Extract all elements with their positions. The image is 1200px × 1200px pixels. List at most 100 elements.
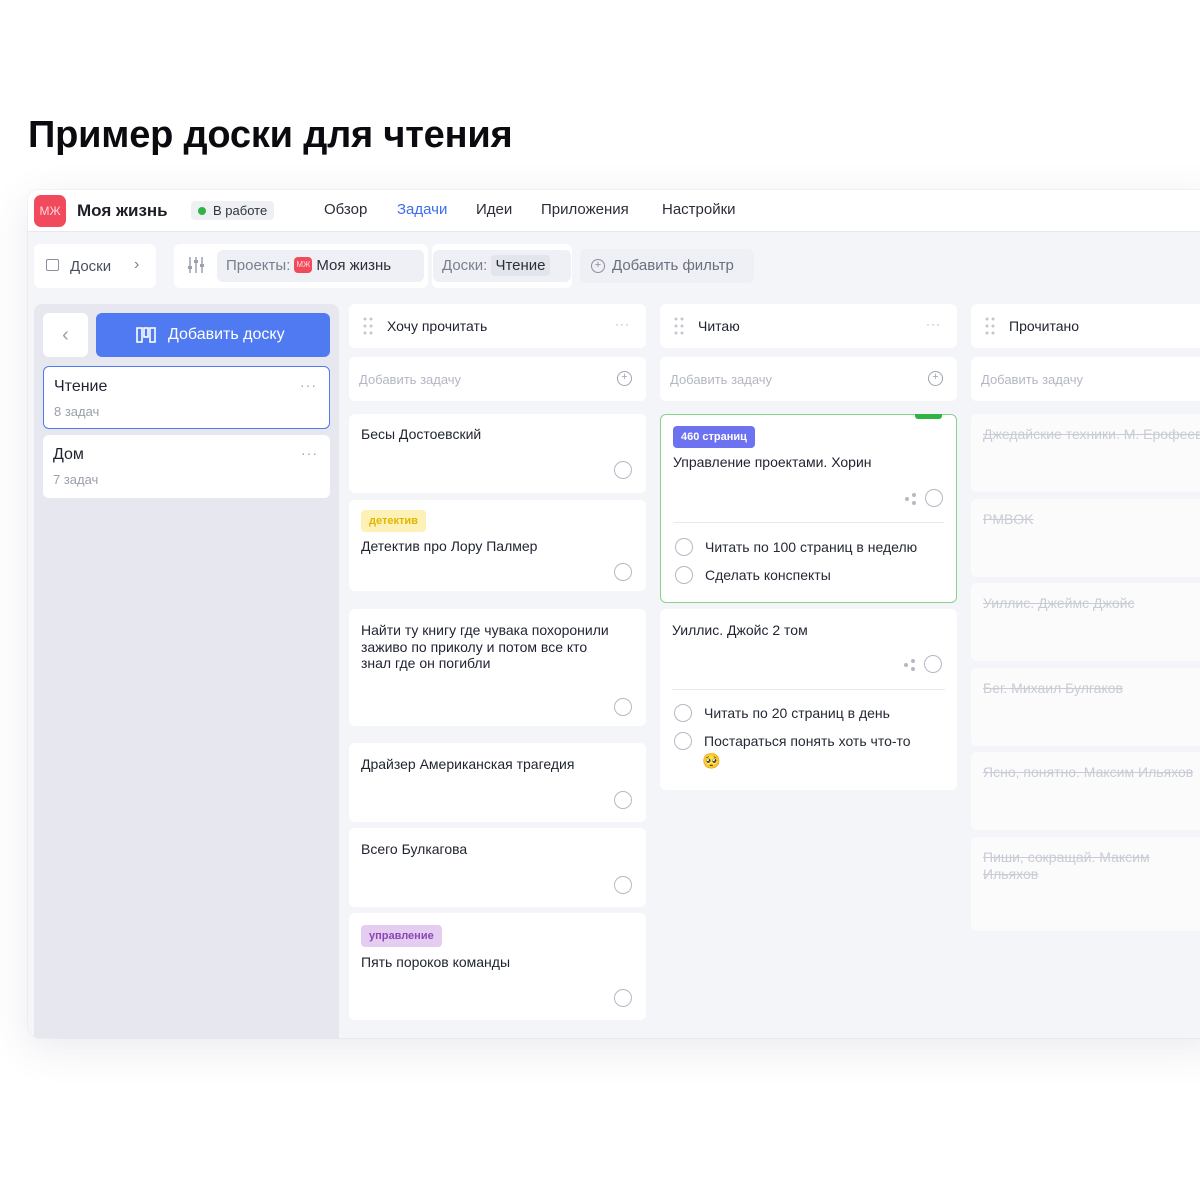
subtask-text: Читать по 20 страниц в день: [704, 705, 890, 721]
task-title: Уиллис. Джойс 2 том: [672, 622, 808, 638]
more-icon[interactable]: ···: [615, 317, 630, 331]
projects-filter-avatar: МЖ: [294, 256, 313, 273]
add-task-input[interactable]: Добавить задачу: [971, 357, 1200, 401]
more-icon[interactable]: ···: [300, 377, 317, 393]
task-card[interactable]: Бесы Достоевский: [349, 414, 646, 493]
subtask-checkbox[interactable]: [675, 566, 693, 584]
status-dot-icon: [198, 207, 206, 215]
subtask-text: Постараться понять хоть что-то: [704, 733, 911, 749]
status-badge[interactable]: В работе: [191, 201, 275, 220]
task-tag: 460 страниц: [673, 426, 755, 448]
plus-circle-icon[interactable]: +: [617, 371, 632, 386]
add-board-label: Добавить доску: [168, 326, 285, 343]
tab-overview[interactable]: Обзор: [324, 201, 367, 218]
add-task-input[interactable]: Добавить задачу +: [660, 357, 957, 401]
more-icon[interactable]: ···: [926, 317, 941, 331]
task-tag: управление: [361, 925, 442, 947]
project-name[interactable]: Моя жизнь: [77, 201, 168, 221]
done-task-card[interactable]: Бег. Михаил Булгаков: [971, 668, 1200, 746]
task-title: Всего Булкагова: [361, 841, 468, 857]
task-card[interactable]: Всего Булкагова: [349, 828, 646, 907]
task-title: Бесы Достоевский: [361, 426, 482, 442]
add-board-button[interactable]: Добавить доску: [96, 313, 330, 357]
board-item-home[interactable]: Дом 7 задач ···: [43, 435, 330, 498]
task-checkbox[interactable]: [614, 461, 632, 479]
projects-filter[interactable]: Проекты: МЖ Моя жизнь: [217, 250, 424, 282]
task-card[interactable]: Найти ту книгу где чувака похоронили заж…: [349, 609, 646, 726]
task-title: Драйзер Американская трагедия: [361, 756, 575, 772]
drag-handle-icon[interactable]: [674, 317, 684, 335]
done-task-title: Бег. Михаил Булгаков: [983, 680, 1123, 696]
subtask-text: Читать по 100 страниц в неделю: [705, 539, 918, 555]
more-icon[interactable]: ···: [301, 445, 318, 461]
done-task-card[interactable]: Пиши, сокращай. Максим Ильяхов: [971, 837, 1200, 931]
subtask-text: Сделать конспекты: [705, 567, 831, 583]
board-name: Дом: [53, 446, 84, 463]
task-checkbox[interactable]: [614, 876, 632, 894]
board-icon: [46, 259, 59, 271]
task-checkbox[interactable]: [924, 655, 942, 673]
add-task-placeholder: Добавить задачу: [359, 372, 462, 387]
divider: [672, 689, 945, 690]
task-title: Управление проектами. Хорин: [673, 454, 872, 470]
task-checkbox[interactable]: [614, 698, 632, 716]
task-card-active[interactable]: 460 страниц Управление проектами. Хорин …: [660, 414, 957, 603]
chevron-left-icon: ‹: [62, 324, 69, 346]
drag-handle-icon[interactable]: [363, 317, 373, 335]
top-nav: МЖ Моя жизнь В работе Обзор Задачи Идеи …: [28, 190, 1200, 232]
task-card[interactable]: управление Пять пороков команды: [349, 913, 646, 1020]
task-card[interactable]: детектив Детектив про Лору Палмер: [349, 500, 646, 591]
plus-circle-icon: +: [591, 259, 605, 273]
task-checkbox[interactable]: [614, 563, 632, 581]
project-avatar[interactable]: МЖ: [34, 195, 66, 227]
subtask-checkbox[interactable]: [674, 704, 692, 722]
divider: [673, 522, 944, 523]
app-window: МЖ Моя жизнь В работе Обзор Задачи Идеи …: [28, 190, 1200, 1038]
done-task-card[interactable]: Ясно, понятно. Максим Ильяхов: [971, 752, 1200, 830]
task-card[interactable]: Драйзер Американская трагедия: [349, 743, 646, 822]
task-checkbox[interactable]: [614, 989, 632, 1007]
projects-filter-value: Моя жизнь: [316, 257, 392, 274]
done-task-title: Ясно, понятно. Максим Ильяхов: [983, 764, 1194, 780]
task-checkbox[interactable]: [614, 791, 632, 809]
board-count: 8 задач: [54, 404, 100, 419]
subtask-checkbox[interactable]: [675, 538, 693, 556]
add-filter-button[interactable]: + Добавить фильтр: [580, 249, 754, 283]
task-card[interactable]: Уиллис. Джойс 2 том Читать по 20 страниц…: [660, 609, 957, 790]
add-task-placeholder: Добавить задачу: [670, 372, 773, 387]
done-task-card[interactable]: Уиллис. Джеймс Джойс: [971, 583, 1200, 661]
column-header-want[interactable]: Хочу прочитать ···: [349, 304, 646, 348]
boards-filter[interactable]: Доски: Чтение: [433, 250, 571, 282]
add-task-input[interactable]: Добавить задачу +: [349, 357, 646, 401]
collapse-sidebar-button[interactable]: ‹: [43, 313, 88, 357]
column-header-reading[interactable]: Читаю ···: [660, 304, 957, 348]
plus-circle-icon[interactable]: +: [928, 371, 943, 386]
subtasks-icon: [905, 493, 916, 505]
boards-filter-label: Доски:: [442, 257, 488, 274]
tab-tasks[interactable]: Задачи: [397, 201, 447, 218]
filter-sliders-icon[interactable]: [185, 254, 207, 276]
subtasks-icon: [904, 659, 915, 671]
boards-toggle[interactable]: Доски ›: [34, 244, 156, 288]
done-task-card[interactable]: PMBOK: [971, 499, 1200, 577]
done-task-title: Джедайские техники. М. Ерофеев: [983, 426, 1200, 442]
subtask-checkbox[interactable]: [674, 732, 692, 750]
column-header-done[interactable]: Прочитано: [971, 304, 1200, 348]
board-item-reading[interactable]: Чтение 8 задач ···: [43, 366, 330, 429]
column-title: Прочитано: [1009, 318, 1079, 334]
done-task-card[interactable]: Джедайские техники. М. Ерофеев: [971, 414, 1200, 492]
progress-indicator: [915, 414, 942, 419]
chevron-right-icon: ›: [134, 256, 140, 273]
task-title: Найти ту книгу где чувака похоронили заж…: [361, 622, 609, 671]
tab-apps[interactable]: Приложения: [541, 201, 629, 218]
done-task-title: Уиллис. Джеймс Джойс: [983, 595, 1135, 611]
task-checkbox[interactable]: [925, 489, 943, 507]
task-title: Детектив про Лору Палмер: [361, 538, 538, 554]
tab-ideas[interactable]: Идеи: [476, 201, 512, 218]
board-add-icon: [136, 327, 156, 343]
status-label: В работе: [213, 203, 268, 218]
drag-handle-icon[interactable]: [985, 317, 995, 335]
projects-filter-label: Проекты:: [226, 257, 291, 274]
tab-settings[interactable]: Настройки: [662, 201, 736, 218]
add-task-placeholder: Добавить задачу: [981, 372, 1084, 387]
